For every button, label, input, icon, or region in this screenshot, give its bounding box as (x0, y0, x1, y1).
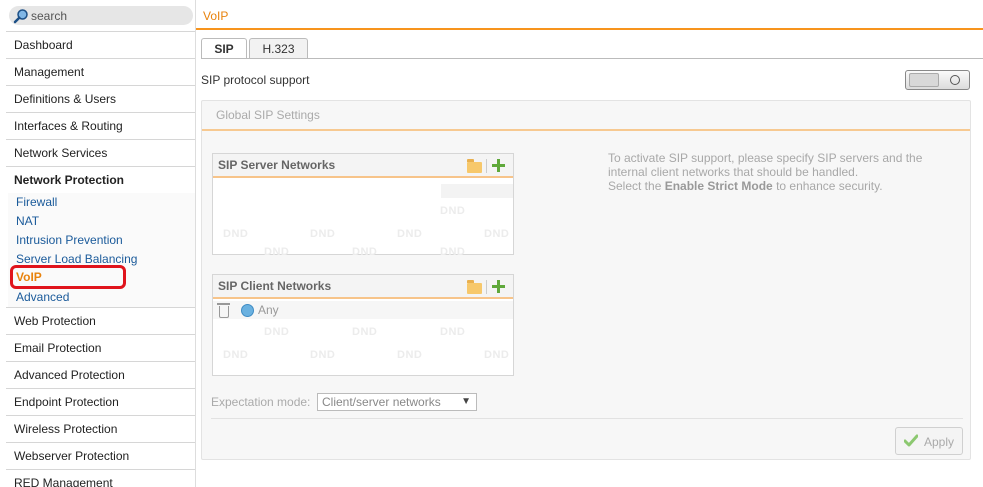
apply-divider (211, 418, 963, 419)
dnd-marker: DND (310, 228, 336, 240)
page-title: VoIP (203, 9, 229, 23)
search-box[interactable] (9, 6, 193, 25)
dnd-marker: DND (440, 246, 466, 258)
dnd-marker: DND (484, 228, 510, 240)
apply-button[interactable]: Apply (895, 427, 963, 455)
dropdown-arrow-icon: ▼ (461, 396, 471, 407)
client-networks-header: SIP Client Networks (213, 275, 513, 299)
expectation-mode-select[interactable]: Client/server networks ▼ (317, 393, 477, 411)
info-line-2: internal client networks that should be … (608, 165, 859, 179)
nav-sub-nat[interactable]: NAT (16, 213, 39, 229)
nav-sub-intrusion-prevention[interactable]: Intrusion Prevention (16, 232, 123, 248)
nav-red-management[interactable]: RED Management (6, 469, 195, 487)
dnd-marker: DND (397, 349, 423, 361)
nav-sub-firewall[interactable]: Firewall (16, 194, 57, 210)
check-icon (904, 434, 918, 447)
info-strict-mode: Enable Strict Mode (664, 179, 773, 193)
network-entry-label: Any (258, 303, 279, 317)
sidebar: Dashboard Management Definitions & Users… (0, 0, 196, 487)
nav-endpoint-protection[interactable]: Endpoint Protection (6, 388, 195, 415)
tab-h323[interactable]: H.323 (249, 38, 308, 59)
server-networks-header: SIP Server Networks (213, 154, 513, 178)
dnd-marker: DND (264, 246, 290, 258)
sip-support-toggle[interactable] (905, 70, 970, 90)
toggle-off-icon (950, 75, 960, 85)
trash-icon[interactable] (217, 303, 230, 318)
dnd-marker: DND (484, 349, 510, 361)
client-networks-title: SIP Client Networks (218, 279, 332, 293)
nav-dashboard[interactable]: Dashboard (6, 31, 195, 58)
tab-divider (201, 58, 983, 59)
nav-email-protection[interactable]: Email Protection (6, 334, 195, 361)
search-input[interactable] (31, 7, 186, 24)
dnd-marker: DND (264, 326, 290, 338)
dnd-marker: DND (223, 349, 249, 361)
dnd-marker: DND (440, 205, 466, 217)
nav-network-services[interactable]: Network Services (6, 139, 195, 166)
header-separator (486, 159, 487, 173)
add-icon[interactable] (492, 280, 505, 293)
folder-icon[interactable] (467, 159, 482, 173)
server-networks-title: SIP Server Networks (218, 158, 336, 172)
nav-advanced-protection[interactable]: Advanced Protection (6, 361, 195, 388)
dnd-marker: DND (352, 246, 378, 258)
global-sip-settings-panel: Global SIP Settings SIP Server Networks … (201, 100, 971, 460)
expectation-mode-label: Expectation mode: (211, 395, 311, 409)
sip-info-text: To activate SIP support, please specify … (608, 151, 938, 193)
info-line-3: Select the Enable Strict Mode to enhance… (608, 179, 938, 193)
sip-support-label: SIP protocol support (201, 73, 310, 87)
nav-definitions-users[interactable]: Definitions & Users (6, 85, 195, 112)
nav-sub-advanced[interactable]: Advanced (16, 289, 69, 305)
network-globe-icon (241, 304, 254, 317)
global-settings-title: Global SIP Settings (216, 108, 320, 122)
nav-interfaces-routing[interactable]: Interfaces & Routing (6, 112, 195, 139)
nav-wireless-protection[interactable]: Wireless Protection (6, 415, 195, 442)
sip-client-networks-box[interactable]: SIP Client Networks Any DND DND DND DND … (212, 274, 514, 376)
info-suffix: to enhance security. (772, 179, 883, 193)
header-separator (486, 280, 487, 294)
info-line-1: To activate SIP support, please specify … (608, 151, 923, 165)
dnd-marker: DND (223, 228, 249, 240)
nav-management[interactable]: Management (6, 58, 195, 85)
nav-webserver-protection[interactable]: Webserver Protection (6, 442, 195, 469)
folder-icon[interactable] (467, 280, 482, 294)
drop-row-shade (441, 184, 513, 198)
page-header: VoIP (196, 0, 983, 30)
apply-label: Apply (924, 435, 955, 449)
search-icon (13, 9, 28, 24)
dnd-marker: DND (352, 326, 378, 338)
sip-server-networks-box[interactable]: SIP Server Networks DND DND DND DND DND … (212, 153, 514, 258)
nav-network-protection[interactable]: Network Protection (6, 166, 195, 193)
nav-web-protection[interactable]: Web Protection (6, 307, 195, 334)
expectation-mode-value: Client/server networks (322, 395, 441, 409)
info-prefix: Select the (608, 179, 665, 193)
dnd-marker: DND (440, 326, 466, 338)
voip-highlight-annotation (10, 265, 126, 289)
panel-divider (202, 129, 970, 131)
tab-sip[interactable]: SIP (201, 38, 247, 59)
toggle-knob (909, 73, 939, 87)
dnd-marker: DND (397, 228, 423, 240)
add-icon[interactable] (492, 159, 505, 172)
dnd-marker: DND (310, 349, 336, 361)
